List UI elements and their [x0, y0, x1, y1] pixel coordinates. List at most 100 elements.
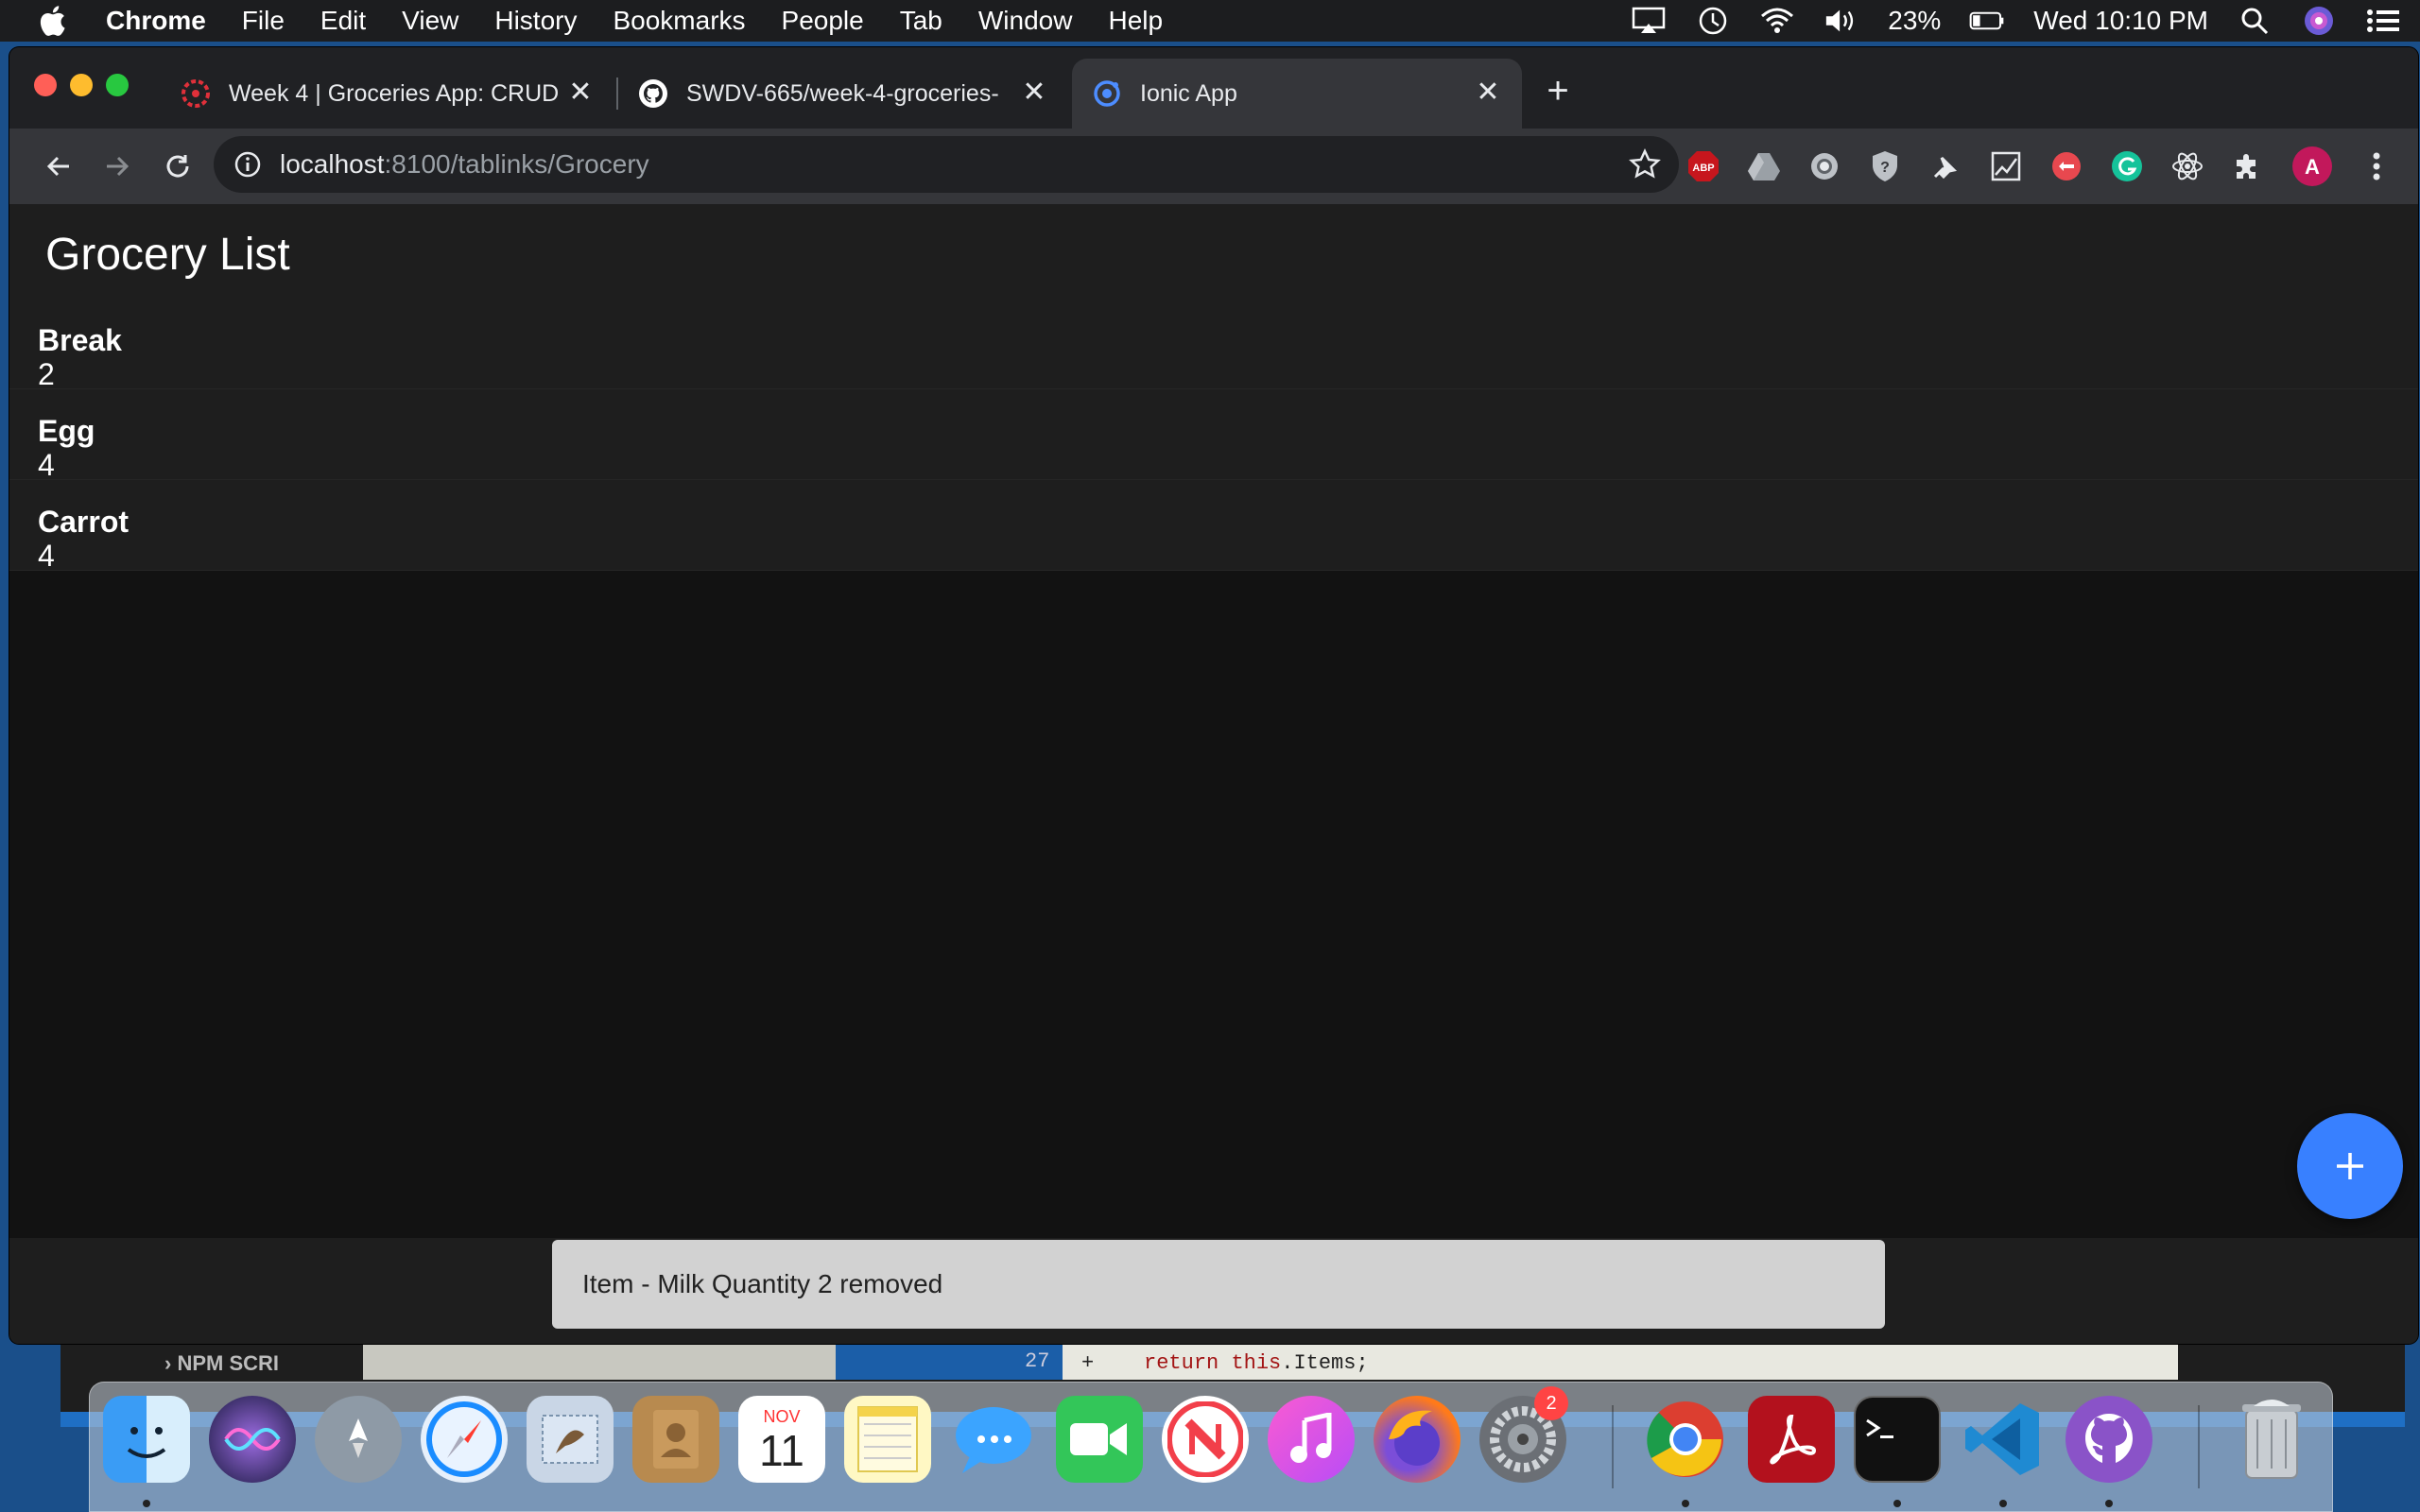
notification-center-icon[interactable]	[2365, 7, 2401, 35]
item-quantity: 2	[38, 357, 55, 391]
privacy-shield-icon[interactable]: ?	[1868, 149, 1902, 183]
item-name: Break	[38, 323, 122, 357]
calendar-month: NOV	[763, 1406, 801, 1426]
airplay-icon[interactable]	[1631, 7, 1667, 35]
item-quantity: 4	[38, 448, 55, 482]
github-desktop-icon[interactable]	[2066, 1396, 2152, 1483]
volume-icon[interactable]	[1824, 7, 1859, 35]
profile-avatar[interactable]: A	[2291, 146, 2333, 187]
tab-title: Ionic App	[1140, 79, 1237, 107]
site-info-icon[interactable]	[233, 149, 263, 180]
item-name: Egg	[38, 414, 95, 448]
terminal-icon[interactable]	[1854, 1396, 1941, 1483]
ionic-icon	[1091, 77, 1123, 110]
new-tab-button[interactable]: +	[1539, 72, 1577, 110]
battery-icon[interactable]	[1969, 7, 2005, 35]
chart-extension-icon[interactable]	[1989, 149, 2023, 183]
close-tab-icon[interactable]: ✕	[1021, 78, 1047, 107]
google-drive-icon[interactable]	[1747, 149, 1781, 183]
chrome-menu-icon[interactable]	[2360, 149, 2394, 183]
notes-icon[interactable]	[844, 1396, 931, 1483]
svg-text:?: ?	[1880, 160, 1890, 176]
tab-strip: Week 4 | Groceries App: CRUD ✕ SWDV-665/…	[9, 47, 2418, 129]
tab-ionic-app[interactable]: Ionic App ✕	[1072, 59, 1522, 129]
list-item[interactable]: Carrot 4	[9, 480, 2418, 573]
chrome-window: Week 4 | Groceries App: CRUD ✕ SWDV-665/…	[9, 47, 2418, 1344]
adblock-plus-icon[interactable]: ABP	[1686, 149, 1720, 183]
svg-text:ABP: ABP	[1692, 163, 1714, 174]
menu-help[interactable]: Help	[1108, 6, 1163, 36]
time-machine-icon[interactable]	[1695, 7, 1731, 35]
menu-bookmarks[interactable]: Bookmarks	[613, 6, 745, 36]
menu-tab[interactable]: Tab	[900, 6, 942, 36]
item-name: Carrot	[38, 505, 130, 539]
add-item-fab-button[interactable]	[2297, 1113, 2403, 1219]
page-title: Grocery List	[45, 230, 290, 280]
npm-scripts-section[interactable]: › NPM SCRI	[164, 1351, 279, 1376]
list-item[interactable]: Break 2	[9, 299, 2418, 391]
line-number: 27	[1025, 1349, 1050, 1373]
calendar-day: 11	[759, 1425, 804, 1475]
grocery-list: Break 2 Egg 4 Carrot 4	[9, 299, 2418, 573]
close-tab-icon[interactable]: ✕	[567, 78, 594, 107]
minimize-window-button[interactable]	[70, 74, 93, 96]
react-devtools-icon[interactable]	[2170, 149, 2204, 183]
menu-window[interactable]: Window	[978, 6, 1073, 36]
svg-text:A: A	[2305, 155, 2320, 179]
close-tab-icon[interactable]: ✕	[1475, 78, 1501, 107]
code-line: + return this.Items;	[1081, 1351, 1369, 1375]
tab-github-repo[interactable]: SWDV-665/week-4-groceries- ✕	[618, 59, 1068, 129]
tab-week4-groceries[interactable]: Week 4 | Groceries App: CRUD ✕	[161, 59, 614, 129]
calendar-icon[interactable]: NOV 11	[738, 1396, 825, 1483]
siri-icon[interactable]	[209, 1396, 296, 1483]
tab-title: Week 4 | Groceries App: CRUD	[229, 79, 560, 107]
safari-icon[interactable]	[421, 1396, 508, 1483]
close-window-button[interactable]	[34, 74, 57, 96]
acrobat-icon[interactable]	[1748, 1396, 1835, 1483]
messages-icon[interactable]	[950, 1396, 1037, 1483]
grammarly-icon[interactable]	[2110, 149, 2144, 183]
back-icon[interactable]	[38, 146, 79, 187]
url-text[interactable]: localhost:8100/tablinks/Grocery	[280, 149, 649, 180]
menubar-status-area: 23% Wed 10:10 PM	[1631, 0, 2401, 42]
red-extension-icon[interactable]	[2049, 149, 2083, 183]
forward-icon[interactable]	[96, 146, 138, 187]
trash-icon[interactable]	[2228, 1396, 2315, 1483]
spotlight-search-icon[interactable]	[2237, 7, 2273, 35]
menu-app-name[interactable]: Chrome	[106, 6, 206, 36]
chrome-icon[interactable]	[1642, 1396, 1729, 1483]
news-icon[interactable]	[1162, 1396, 1249, 1483]
menu-history[interactable]: History	[494, 6, 577, 36]
wifi-icon[interactable]	[1759, 7, 1795, 35]
finder-icon[interactable]	[103, 1396, 190, 1483]
maximize-window-button[interactable]	[106, 74, 129, 96]
menu-file[interactable]: File	[242, 6, 285, 36]
item-quantity: 4	[38, 539, 55, 573]
apple-icon[interactable]	[38, 4, 72, 38]
browser-toolbar: localhost:8100/tablinks/Grocery ABP ? A	[9, 129, 2418, 204]
battery-percent: 23%	[1888, 6, 1942, 35]
pin-extension-icon[interactable]	[1928, 149, 1962, 183]
vscode-icon[interactable]	[1960, 1396, 2047, 1483]
siri-icon[interactable]	[2301, 7, 2337, 35]
facetime-icon[interactable]	[1056, 1396, 1143, 1483]
plus-icon	[2337, 1153, 2363, 1179]
extension-circle-icon[interactable]	[1807, 149, 1841, 183]
menu-view[interactable]: View	[402, 6, 458, 36]
launchpad-icon[interactable]	[315, 1396, 402, 1483]
list-item[interactable]: Egg 4	[9, 389, 2418, 482]
extensions-puzzle-icon[interactable]	[2231, 149, 2265, 183]
menu-edit[interactable]: Edit	[320, 6, 366, 36]
bookmark-star-icon[interactable]	[1628, 147, 1662, 181]
address-bar[interactable]: localhost:8100/tablinks/Grocery	[214, 136, 1679, 193]
app-header: Grocery List	[9, 204, 2418, 299]
mail-icon[interactable]	[527, 1396, 614, 1483]
menu-people[interactable]: People	[782, 6, 864, 36]
itunes-icon[interactable]	[1268, 1396, 1355, 1483]
github-icon	[637, 77, 669, 110]
firefox-icon[interactable]	[1374, 1396, 1461, 1483]
ionic-app-page: Grocery List Break 2 Egg 4 Carrot 4	[9, 204, 2418, 1344]
contacts-icon[interactable]	[632, 1396, 719, 1483]
reload-icon[interactable]	[157, 146, 199, 187]
menubar-clock[interactable]: Wed 10:10 PM	[2033, 6, 2208, 36]
